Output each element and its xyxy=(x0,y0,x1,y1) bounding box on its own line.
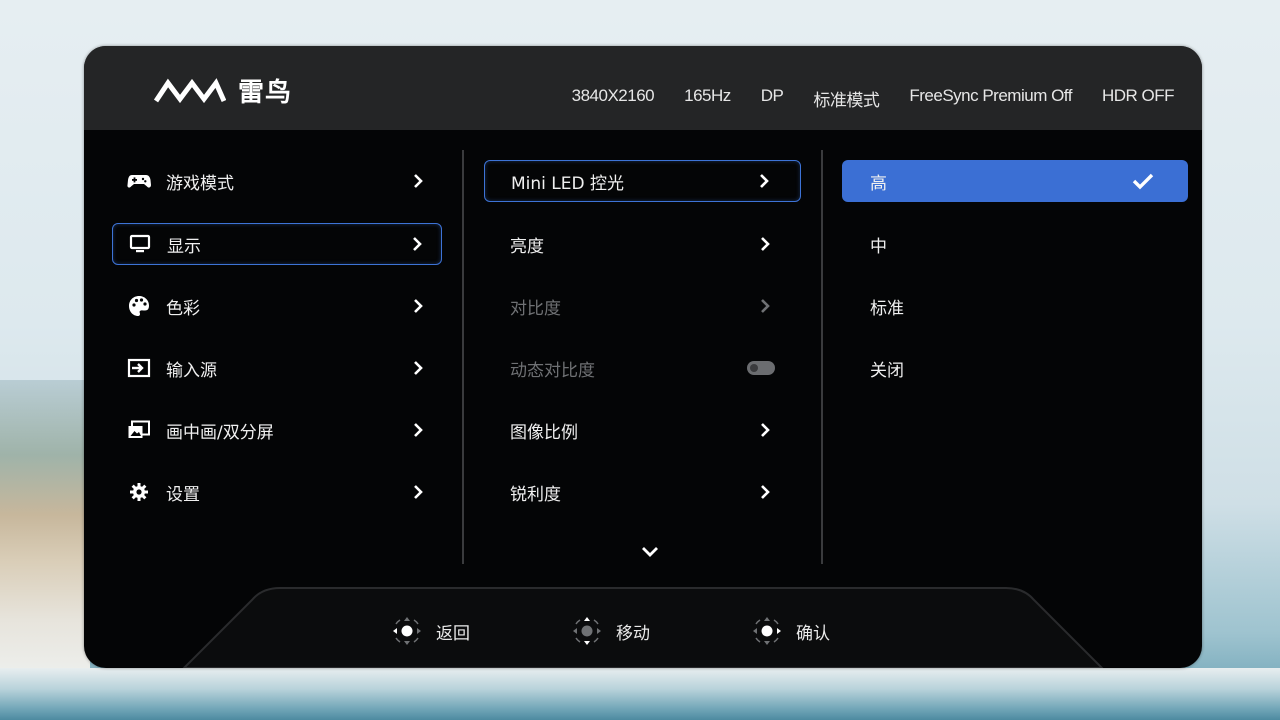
hint-move-label: 移动 xyxy=(616,623,650,644)
column-divider xyxy=(821,150,823,564)
dynamic-contrast-toggle xyxy=(747,361,775,375)
brand-mark-icon xyxy=(154,78,226,104)
chevron-right-icon xyxy=(761,423,770,437)
menu-item-game-mode[interactable]: 游戏模式 xyxy=(112,160,442,202)
osd-header: 雷鸟 3840X2160 165Hz DP 标准模式 FreeSync Prem… xyxy=(84,46,1202,130)
status-hdr: HDR OFF xyxy=(1101,86,1175,105)
dpad-left-icon xyxy=(393,617,421,645)
pip-icon xyxy=(126,419,152,441)
submenu-item-label: 动态对比度 xyxy=(510,360,595,381)
menu-item-label: 设置 xyxy=(166,484,200,505)
chevron-right-icon xyxy=(413,237,422,251)
brand-logo: 雷鸟 xyxy=(154,72,292,108)
submenu-item-label: 对比度 xyxy=(510,298,561,319)
option-high[interactable]: 高 xyxy=(842,160,1188,202)
status-input: DP xyxy=(760,86,784,105)
menu-item-settings[interactable]: 设置 xyxy=(112,471,442,513)
palette-icon xyxy=(126,295,152,317)
hint-confirm: 确认 xyxy=(750,614,830,648)
status-resolution: 3840X2160 xyxy=(571,86,655,105)
hint-back-label: 返回 xyxy=(436,623,470,644)
submenu-item-aspect-ratio[interactable]: 图像比例 xyxy=(484,409,801,451)
checkmark-icon xyxy=(1132,173,1154,190)
submenu-item-brightness[interactable]: 亮度 xyxy=(484,223,801,265)
option-label: 关闭 xyxy=(870,360,904,381)
background-scenery xyxy=(0,380,90,680)
menu-item-label: 输入源 xyxy=(166,360,217,381)
submenu-item-label: 亮度 xyxy=(510,236,544,257)
menu-item-label: 画中画/双分屏 xyxy=(166,422,274,443)
gamepad-icon xyxy=(126,170,152,192)
osd-footer: 返回 移动 确认 xyxy=(84,584,1202,668)
menu-item-label: 色彩 xyxy=(166,298,200,319)
option-standard[interactable]: 标准 xyxy=(842,285,1188,327)
background-scenery-bottom xyxy=(0,668,1280,720)
chevron-right-icon xyxy=(760,174,769,188)
menu-item-label: 显示 xyxy=(167,236,201,257)
status-refresh-rate: 165Hz xyxy=(684,86,731,105)
submenu-item-label: 图像比例 xyxy=(510,422,578,443)
chevron-right-icon xyxy=(761,237,770,251)
menu-item-label: 游戏模式 xyxy=(166,173,234,194)
submenu-item-label: Mini LED 控光 xyxy=(511,173,624,194)
chevron-right-icon xyxy=(414,485,423,499)
menu-item-pip[interactable]: 画中画/双分屏 xyxy=(112,409,442,451)
chevron-right-icon xyxy=(414,299,423,313)
dpad-center-icon xyxy=(753,617,781,645)
option-medium[interactable]: 中 xyxy=(842,223,1188,265)
chevron-down-icon[interactable] xyxy=(640,544,660,560)
option-label: 高 xyxy=(870,173,887,194)
chevron-right-icon xyxy=(414,423,423,437)
hint-confirm-label: 确认 xyxy=(796,623,830,644)
gear-icon xyxy=(126,481,152,503)
menu-item-display[interactable]: 显示 xyxy=(112,223,442,265)
option-label: 标准 xyxy=(870,298,904,319)
chevron-right-icon xyxy=(761,299,770,313)
chevron-right-icon xyxy=(414,361,423,375)
menu-item-input-source[interactable]: 输入源 xyxy=(112,347,442,389)
submenu-item-contrast: 对比度 xyxy=(484,285,801,327)
menu-item-color[interactable]: 色彩 xyxy=(112,285,442,327)
option-off[interactable]: 关闭 xyxy=(842,347,1188,389)
status-picture-mode: 标准模式 xyxy=(813,91,880,110)
osd-menu: 雷鸟 3840X2160 165Hz DP 标准模式 FreeSync Prem… xyxy=(84,46,1202,668)
brand-name: 雷鸟 xyxy=(238,77,293,108)
monitor-icon xyxy=(127,233,153,255)
chevron-right-icon xyxy=(761,485,770,499)
input-source-icon xyxy=(126,357,152,379)
status-bar: 3840X2160 165Hz DP 标准模式 FreeSync Premium… xyxy=(571,86,1175,111)
status-freesync: FreeSync Premium Off xyxy=(909,86,1072,105)
submenu-item-mini-led-dimming[interactable]: Mini LED 控光 xyxy=(484,160,801,202)
hint-back: 返回 xyxy=(390,614,470,648)
submenu-item-label: 锐利度 xyxy=(510,484,561,505)
hint-move: 移动 xyxy=(570,614,650,648)
column-divider xyxy=(462,150,464,564)
submenu-item-sharpness[interactable]: 锐利度 xyxy=(484,471,801,513)
submenu-item-dynamic-contrast: 动态对比度 xyxy=(484,347,801,389)
option-label: 中 xyxy=(870,236,887,257)
chevron-right-icon xyxy=(414,174,423,188)
dpad-updown-icon xyxy=(573,617,601,645)
